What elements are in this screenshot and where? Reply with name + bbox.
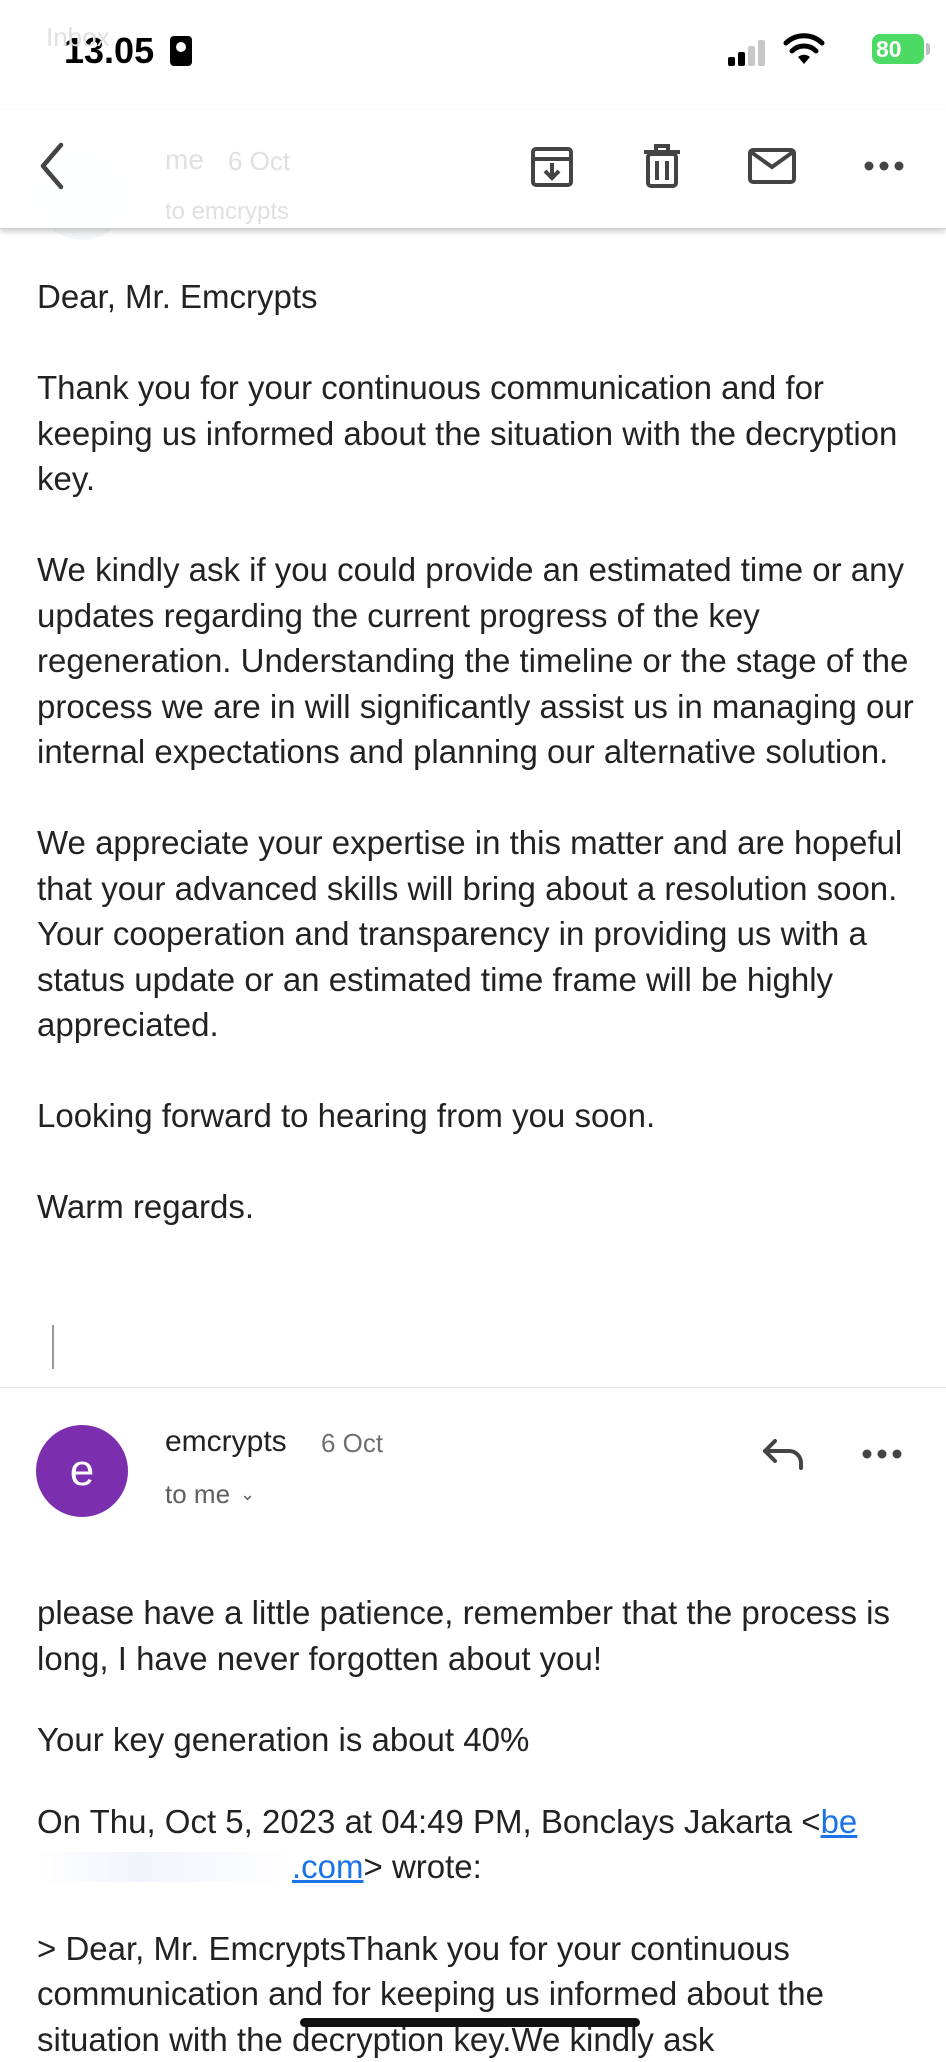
message-paragraph: We kindly ask if you could provide an es… [37, 547, 917, 775]
reply-message-body: please have a little patience, remember … [37, 1590, 917, 2062]
quote-header-prefix: On Thu, Oct 5, 2023 at 04:49 PM, Bonclay… [37, 1803, 821, 1840]
archive-button[interactable] [520, 134, 584, 198]
message-paragraph: Thank you for your continuous communicat… [37, 365, 917, 502]
email-link-end: .com [292, 1848, 364, 1885]
ghost-sender: me [165, 144, 204, 176]
status-bar: 13.05 80 [0, 0, 946, 110]
back-button[interactable] [20, 134, 84, 198]
home-indicator[interactable] [300, 2018, 640, 2027]
message-body: Dear, Mr. Emcrypts Thank you for your co… [37, 274, 917, 1275]
redacted-email [37, 1852, 292, 1882]
chevron-down-icon: ⌄ [240, 1484, 255, 1505]
avatar-letter: e [70, 1446, 94, 1496]
email-link-start: be [821, 1803, 858, 1840]
quoted-text: > Dear, Mr. EmcryptsThank you for your c… [37, 1926, 917, 2062]
more-horizontal-icon [862, 1449, 902, 1459]
back-arrow-icon [35, 141, 69, 191]
wifi-icon [782, 30, 826, 66]
trash-icon [641, 143, 683, 189]
message-divider [0, 1387, 946, 1388]
message-date: 6 Oct [321, 1428, 383, 1459]
delete-button[interactable] [630, 134, 694, 198]
sender-avatar[interactable]: e [36, 1425, 128, 1517]
battery-tip [926, 43, 930, 55]
cellular-signal-icon [728, 36, 768, 66]
ghost-recipient: to emcrypts [165, 198, 289, 226]
message-more-button[interactable] [852, 1426, 912, 1482]
message-paragraph: please have a little patience, remember … [37, 1590, 917, 1681]
ghost-inbox-label: Inbox [46, 22, 110, 53]
more-horizontal-icon [864, 161, 904, 171]
reply-button[interactable] [755, 1426, 811, 1482]
archive-icon [529, 143, 575, 189]
focus-icon [170, 36, 192, 66]
recipient-details-toggle[interactable]: to me ⌄ [165, 1479, 255, 1510]
mark-unread-button[interactable] [740, 134, 804, 198]
quote-header-suffix: > wrote: [364, 1848, 482, 1885]
recipient-line: to me [165, 1479, 230, 1509]
sender-name[interactable]: emcrypts [165, 1425, 287, 1459]
show-trimmed-content-marker[interactable] [52, 1325, 54, 1369]
message-paragraph: Looking forward to hearing from you soon… [37, 1093, 917, 1139]
message-closing: Warm regards. [37, 1184, 917, 1230]
message-paragraph: Your key generation is about 40% [37, 1717, 917, 1763]
battery-icon: 80 [872, 34, 924, 64]
message-greeting: Dear, Mr. Emcrypts [37, 274, 917, 320]
quote-header: On Thu, Oct 5, 2023 at 04:49 PM, Bonclay… [37, 1799, 917, 1890]
ghost-date: 6 Oct [228, 146, 290, 177]
more-options-button[interactable] [852, 134, 916, 198]
mail-icon [747, 147, 797, 185]
reply-icon [761, 1437, 805, 1471]
message-toolbar: me 6 Oct to emcrypts [0, 110, 946, 229]
message-paragraph: We appreciate your expertise in this mat… [37, 820, 917, 1048]
